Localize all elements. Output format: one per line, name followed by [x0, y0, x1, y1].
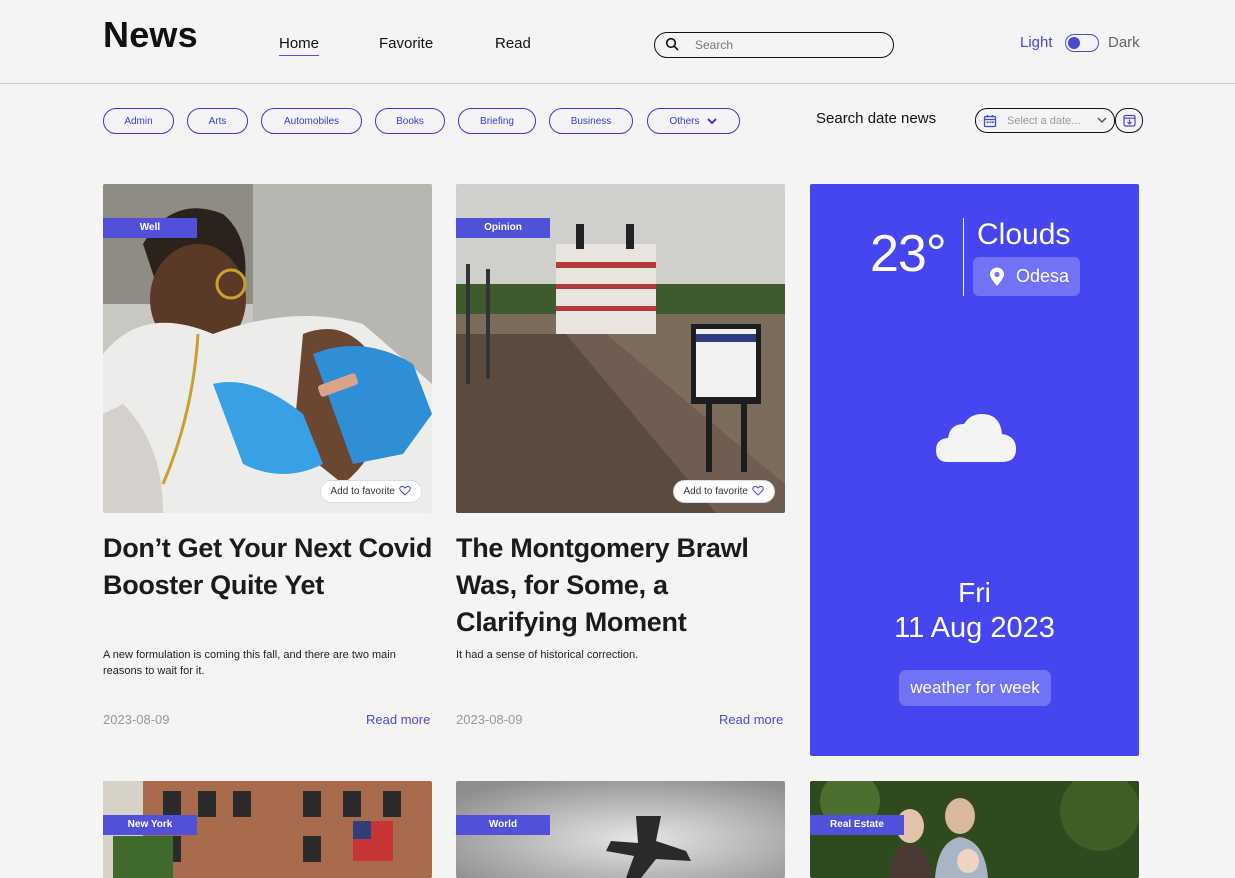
article-image[interactable]: New York [103, 781, 432, 878]
cloud-icon [936, 414, 1016, 462]
nav-home[interactable]: Home [279, 35, 320, 56]
category-others-dropdown[interactable]: Others [647, 108, 740, 134]
category-admin[interactable]: Admin [103, 108, 174, 134]
article-image[interactable]: Real Estate [810, 781, 1139, 878]
heart-icon [399, 485, 411, 496]
article-tag[interactable]: New York [103, 815, 197, 835]
site-logo[interactable]: News [103, 14, 198, 56]
category-arts[interactable]: Arts [187, 108, 248, 134]
weather-date: 11 Aug 2023 [894, 612, 1055, 644]
theme-dark-label: Dark [1108, 34, 1140, 51]
read-more-link[interactable]: Read more [719, 712, 783, 727]
weather-temperature: 23° [870, 225, 947, 283]
search-box [654, 32, 894, 58]
article-date: 2023-08-09 [103, 712, 170, 727]
theme-light-label: Light [1020, 34, 1053, 51]
chevron-down-icon [706, 118, 717, 125]
category-briefing[interactable]: Briefing [458, 108, 536, 134]
theme-toggle-knob [1068, 37, 1080, 49]
weather-widget: 23° Clouds Odesa Fri 11 Aug 2023 weather… [810, 184, 1139, 756]
date-apply-button[interactable] [1115, 108, 1143, 133]
weather-condition: Clouds [977, 218, 1071, 251]
article-description: A new formulation is coming this fall, a… [103, 649, 396, 677]
nav-favorite[interactable]: Favorite [379, 35, 433, 52]
theme-toggle[interactable] [1065, 34, 1099, 52]
date-filter-label: Search date news [816, 110, 937, 127]
article-image[interactable]: Opinion Add to favorite [456, 184, 785, 513]
weather-city: Odesa [1016, 266, 1070, 286]
heart-icon [752, 485, 764, 496]
article-image[interactable]: Well Add to favorite [103, 184, 432, 513]
search-input[interactable] [695, 36, 875, 54]
others-label: Others [669, 115, 700, 127]
read-more-link[interactable]: Read more [366, 712, 430, 727]
article-description: It had a sense of historical correction. [456, 649, 639, 661]
category-automobiles[interactable]: Automobiles [261, 108, 362, 134]
category-business[interactable]: Business [549, 108, 633, 134]
article-date: 2023-08-09 [456, 712, 523, 727]
article-tag[interactable]: Opinion [456, 218, 550, 238]
article-title[interactable]: The Montgomery Brawl Was, for Some, a Cl… [456, 530, 791, 641]
weather-city-badge: Odesa [973, 257, 1080, 296]
article-tag[interactable]: World [456, 815, 550, 835]
location-pin-icon [990, 267, 1004, 286]
weather-day: Fri [958, 577, 991, 608]
weather-for-week-button[interactable]: weather for week [899, 670, 1051, 706]
date-placeholder: Select a date... [1007, 115, 1081, 127]
favorite-label: Add to favorite [683, 486, 748, 497]
favorite-label: Add to favorite [330, 486, 395, 497]
calendar-download-icon [1123, 114, 1136, 127]
chevron-down-icon [1097, 117, 1107, 124]
top-header: News Home Favorite Read Light Dark [0, 0, 1235, 84]
category-books[interactable]: Books [375, 108, 445, 134]
add-to-favorite-button[interactable]: Add to favorite [319, 480, 422, 503]
nav-read[interactable]: Read [495, 35, 531, 52]
weather-divider [963, 218, 964, 296]
date-picker[interactable]: Select a date... [975, 108, 1115, 133]
article-title[interactable]: Don’t Get Your Next Covid Booster Quite … [103, 530, 438, 604]
calendar-icon [983, 115, 997, 128]
article-image[interactable]: World [456, 781, 785, 878]
search-icon [665, 37, 679, 51]
article-tag[interactable]: Well [103, 218, 197, 238]
add-to-favorite-button[interactable]: Add to favorite [672, 480, 775, 503]
article-tag[interactable]: Real Estate [810, 815, 904, 835]
